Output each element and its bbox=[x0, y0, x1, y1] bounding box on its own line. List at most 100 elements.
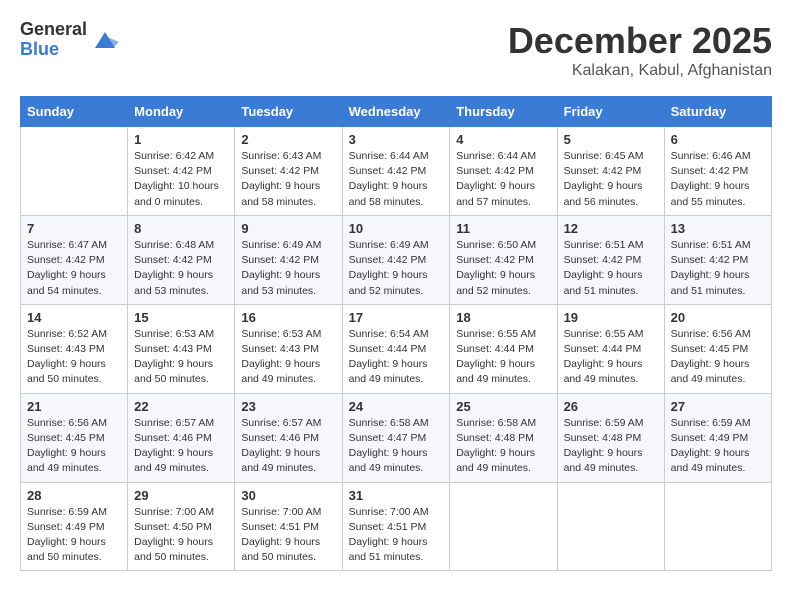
calendar-cell: 17Sunrise: 6:54 AMSunset: 4:44 PMDayligh… bbox=[342, 304, 450, 393]
calendar-week-1: 1 Sunrise: 6:42 AMSunset: 4:42 PMDaylight… bbox=[21, 127, 772, 216]
day-number: 24 bbox=[349, 399, 444, 414]
day-number: 14 bbox=[27, 310, 121, 325]
calendar-cell: 22Sunrise: 6:57 AMSunset: 4:46 PMDayligh… bbox=[128, 393, 235, 482]
day-info: Sunrise: 6:58 AMSunset: 4:48 PMDaylight:… bbox=[456, 416, 550, 477]
day-info: Sunrise: 6:51 AMSunset: 4:42 PMDaylight:… bbox=[564, 238, 658, 299]
day-info: Sunrise: 6:52 AMSunset: 4:43 PMDaylight:… bbox=[27, 327, 121, 388]
header-thursday: Thursday bbox=[450, 97, 557, 127]
calendar-week-4: 21 Sunrise: 6:56 AMSunset: 4:45 PMDayligh… bbox=[21, 393, 772, 482]
day-info: Sunrise: 6:44 AMSunset: 4:42 PMDaylight:… bbox=[349, 149, 444, 210]
day-number: 31 bbox=[349, 488, 444, 503]
day-number: 26 bbox=[564, 399, 658, 414]
calendar-cell: 20 Sunrise: 6:56 AMSunset: 4:45 PMDayligh… bbox=[664, 304, 771, 393]
day-info: Sunrise: 7:00 AMSunset: 4:50 PMDaylight:… bbox=[134, 505, 228, 566]
day-number: 16 bbox=[241, 310, 335, 325]
calendar-cell: 9 Sunrise: 6:49 AMSunset: 4:42 PMDaylight… bbox=[235, 215, 342, 304]
day-info: Sunrise: 6:59 AMSunset: 4:49 PMDaylight:… bbox=[671, 416, 765, 477]
day-info: Sunrise: 6:57 AMSunset: 4:46 PMDaylight:… bbox=[241, 416, 335, 477]
calendar-cell: 25 Sunrise: 6:58 AMSunset: 4:48 PMDayligh… bbox=[450, 393, 557, 482]
calendar-cell: 6Sunrise: 6:46 AMSunset: 4:42 PMDaylight… bbox=[664, 127, 771, 216]
day-info: Sunrise: 6:56 AMSunset: 4:45 PMDaylight:… bbox=[27, 416, 121, 477]
day-info: Sunrise: 6:47 AMSunset: 4:42 PMDaylight:… bbox=[27, 238, 121, 299]
day-number: 8 bbox=[134, 221, 228, 236]
day-info: Sunrise: 6:59 AMSunset: 4:49 PMDaylight:… bbox=[27, 505, 121, 566]
day-number: 30 bbox=[241, 488, 335, 503]
day-info: Sunrise: 6:53 AMSunset: 4:43 PMDaylight:… bbox=[241, 327, 335, 388]
calendar-cell: 16 Sunrise: 6:53 AMSunset: 4:43 PMDayligh… bbox=[235, 304, 342, 393]
calendar-cell bbox=[21, 127, 128, 216]
day-info: Sunrise: 6:42 AMSunset: 4:42 PMDaylight:… bbox=[134, 149, 228, 210]
calendar-cell bbox=[664, 482, 771, 571]
day-info: Sunrise: 6:55 AMSunset: 4:44 PMDaylight:… bbox=[456, 327, 550, 388]
calendar-cell: 19 Sunrise: 6:55 AMSunset: 4:44 PMDayligh… bbox=[557, 304, 664, 393]
calendar-cell: 3Sunrise: 6:44 AMSunset: 4:42 PMDaylight… bbox=[342, 127, 450, 216]
day-number: 19 bbox=[564, 310, 658, 325]
header-friday: Friday bbox=[557, 97, 664, 127]
calendar-week-3: 14 Sunrise: 6:52 AMSunset: 4:43 PMDayligh… bbox=[21, 304, 772, 393]
day-number: 20 bbox=[671, 310, 765, 325]
logo: General Blue bbox=[20, 20, 119, 60]
day-number: 11 bbox=[456, 221, 550, 236]
calendar-cell: 31Sunrise: 7:00 AMSunset: 4:51 PMDayligh… bbox=[342, 482, 450, 571]
header-saturday: Saturday bbox=[664, 97, 771, 127]
calendar-cell bbox=[450, 482, 557, 571]
day-number: 12 bbox=[564, 221, 658, 236]
day-number: 13 bbox=[671, 221, 765, 236]
day-info: Sunrise: 6:50 AMSunset: 4:42 PMDaylight:… bbox=[456, 238, 550, 299]
calendar-cell: 21 Sunrise: 6:56 AMSunset: 4:45 PMDayligh… bbox=[21, 393, 128, 482]
day-number: 9 bbox=[241, 221, 335, 236]
day-info: Sunrise: 6:43 AMSunset: 4:42 PMDaylight:… bbox=[241, 149, 335, 210]
day-info: Sunrise: 7:00 AMSunset: 4:51 PMDaylight:… bbox=[241, 505, 335, 566]
calendar-cell: 10 Sunrise: 6:49 AMSunset: 4:42 PMDayligh… bbox=[342, 215, 450, 304]
calendar-cell: 24 Sunrise: 6:58 AMSunset: 4:47 PMDayligh… bbox=[342, 393, 450, 482]
calendar-cell: 15Sunrise: 6:53 AMSunset: 4:43 PMDayligh… bbox=[128, 304, 235, 393]
day-info: Sunrise: 6:49 AMSunset: 4:42 PMDaylight:… bbox=[349, 238, 444, 299]
header-sunday: Sunday bbox=[21, 97, 128, 127]
day-info: Sunrise: 6:45 AMSunset: 4:42 PMDaylight:… bbox=[564, 149, 658, 210]
calendar-week-2: 7Sunrise: 6:47 AMSunset: 4:42 PMDaylight… bbox=[21, 215, 772, 304]
calendar-cell: 28 Sunrise: 6:59 AMSunset: 4:49 PMDayligh… bbox=[21, 482, 128, 571]
day-number: 25 bbox=[456, 399, 550, 414]
day-info: Sunrise: 6:44 AMSunset: 4:42 PMDaylight:… bbox=[456, 149, 550, 210]
calendar-cell: 13 Sunrise: 6:51 AMSunset: 4:42 PMDayligh… bbox=[664, 215, 771, 304]
calendar-cell: 14 Sunrise: 6:52 AMSunset: 4:43 PMDayligh… bbox=[21, 304, 128, 393]
day-number: 1 bbox=[134, 132, 228, 147]
day-number: 17 bbox=[349, 310, 444, 325]
day-number: 21 bbox=[27, 399, 121, 414]
calendar-cell: 23 Sunrise: 6:57 AMSunset: 4:46 PMDayligh… bbox=[235, 393, 342, 482]
logo-blue: Blue bbox=[20, 40, 87, 60]
calendar-table: SundayMondayTuesdayWednesdayThursdayFrid… bbox=[20, 96, 772, 571]
day-info: Sunrise: 6:46 AMSunset: 4:42 PMDaylight:… bbox=[671, 149, 765, 210]
calendar-cell: 4 Sunrise: 6:44 AMSunset: 4:42 PMDaylight… bbox=[450, 127, 557, 216]
day-info: Sunrise: 6:55 AMSunset: 4:44 PMDaylight:… bbox=[564, 327, 658, 388]
day-info: Sunrise: 6:58 AMSunset: 4:47 PMDaylight:… bbox=[349, 416, 444, 477]
calendar-cell: 5Sunrise: 6:45 AMSunset: 4:42 PMDaylight… bbox=[557, 127, 664, 216]
day-number: 2 bbox=[241, 132, 335, 147]
day-number: 23 bbox=[241, 399, 335, 414]
title-area: December 2025 Kalakan, Kabul, Afghanista… bbox=[508, 20, 772, 80]
month-title: December 2025 bbox=[508, 20, 772, 62]
day-info: Sunrise: 6:49 AMSunset: 4:42 PMDaylight:… bbox=[241, 238, 335, 299]
calendar-cell: 26Sunrise: 6:59 AMSunset: 4:48 PMDayligh… bbox=[557, 393, 664, 482]
header-tuesday: Tuesday bbox=[235, 97, 342, 127]
calendar-cell bbox=[557, 482, 664, 571]
calendar-cell: 18 Sunrise: 6:55 AMSunset: 4:44 PMDayligh… bbox=[450, 304, 557, 393]
day-info: Sunrise: 6:56 AMSunset: 4:45 PMDaylight:… bbox=[671, 327, 765, 388]
day-number: 28 bbox=[27, 488, 121, 503]
page-header: General Blue December 2025 Kalakan, Kabu… bbox=[20, 20, 772, 80]
day-number: 27 bbox=[671, 399, 765, 414]
calendar-header-row: SundayMondayTuesdayWednesdayThursdayFrid… bbox=[21, 97, 772, 127]
day-number: 29 bbox=[134, 488, 228, 503]
calendar-cell: 1 Sunrise: 6:42 AMSunset: 4:42 PMDaylight… bbox=[128, 127, 235, 216]
logo-icon bbox=[91, 26, 119, 54]
location-title: Kalakan, Kabul, Afghanistan bbox=[508, 62, 772, 80]
day-info: Sunrise: 6:48 AMSunset: 4:42 PMDaylight:… bbox=[134, 238, 228, 299]
day-number: 18 bbox=[456, 310, 550, 325]
day-info: Sunrise: 6:51 AMSunset: 4:42 PMDaylight:… bbox=[671, 238, 765, 299]
calendar-cell: 12 Sunrise: 6:51 AMSunset: 4:42 PMDayligh… bbox=[557, 215, 664, 304]
day-number: 10 bbox=[349, 221, 444, 236]
calendar-cell: 30 Sunrise: 7:00 AMSunset: 4:51 PMDayligh… bbox=[235, 482, 342, 571]
day-info: Sunrise: 6:53 AMSunset: 4:43 PMDaylight:… bbox=[134, 327, 228, 388]
day-info: Sunrise: 6:57 AMSunset: 4:46 PMDaylight:… bbox=[134, 416, 228, 477]
day-number: 4 bbox=[456, 132, 550, 147]
